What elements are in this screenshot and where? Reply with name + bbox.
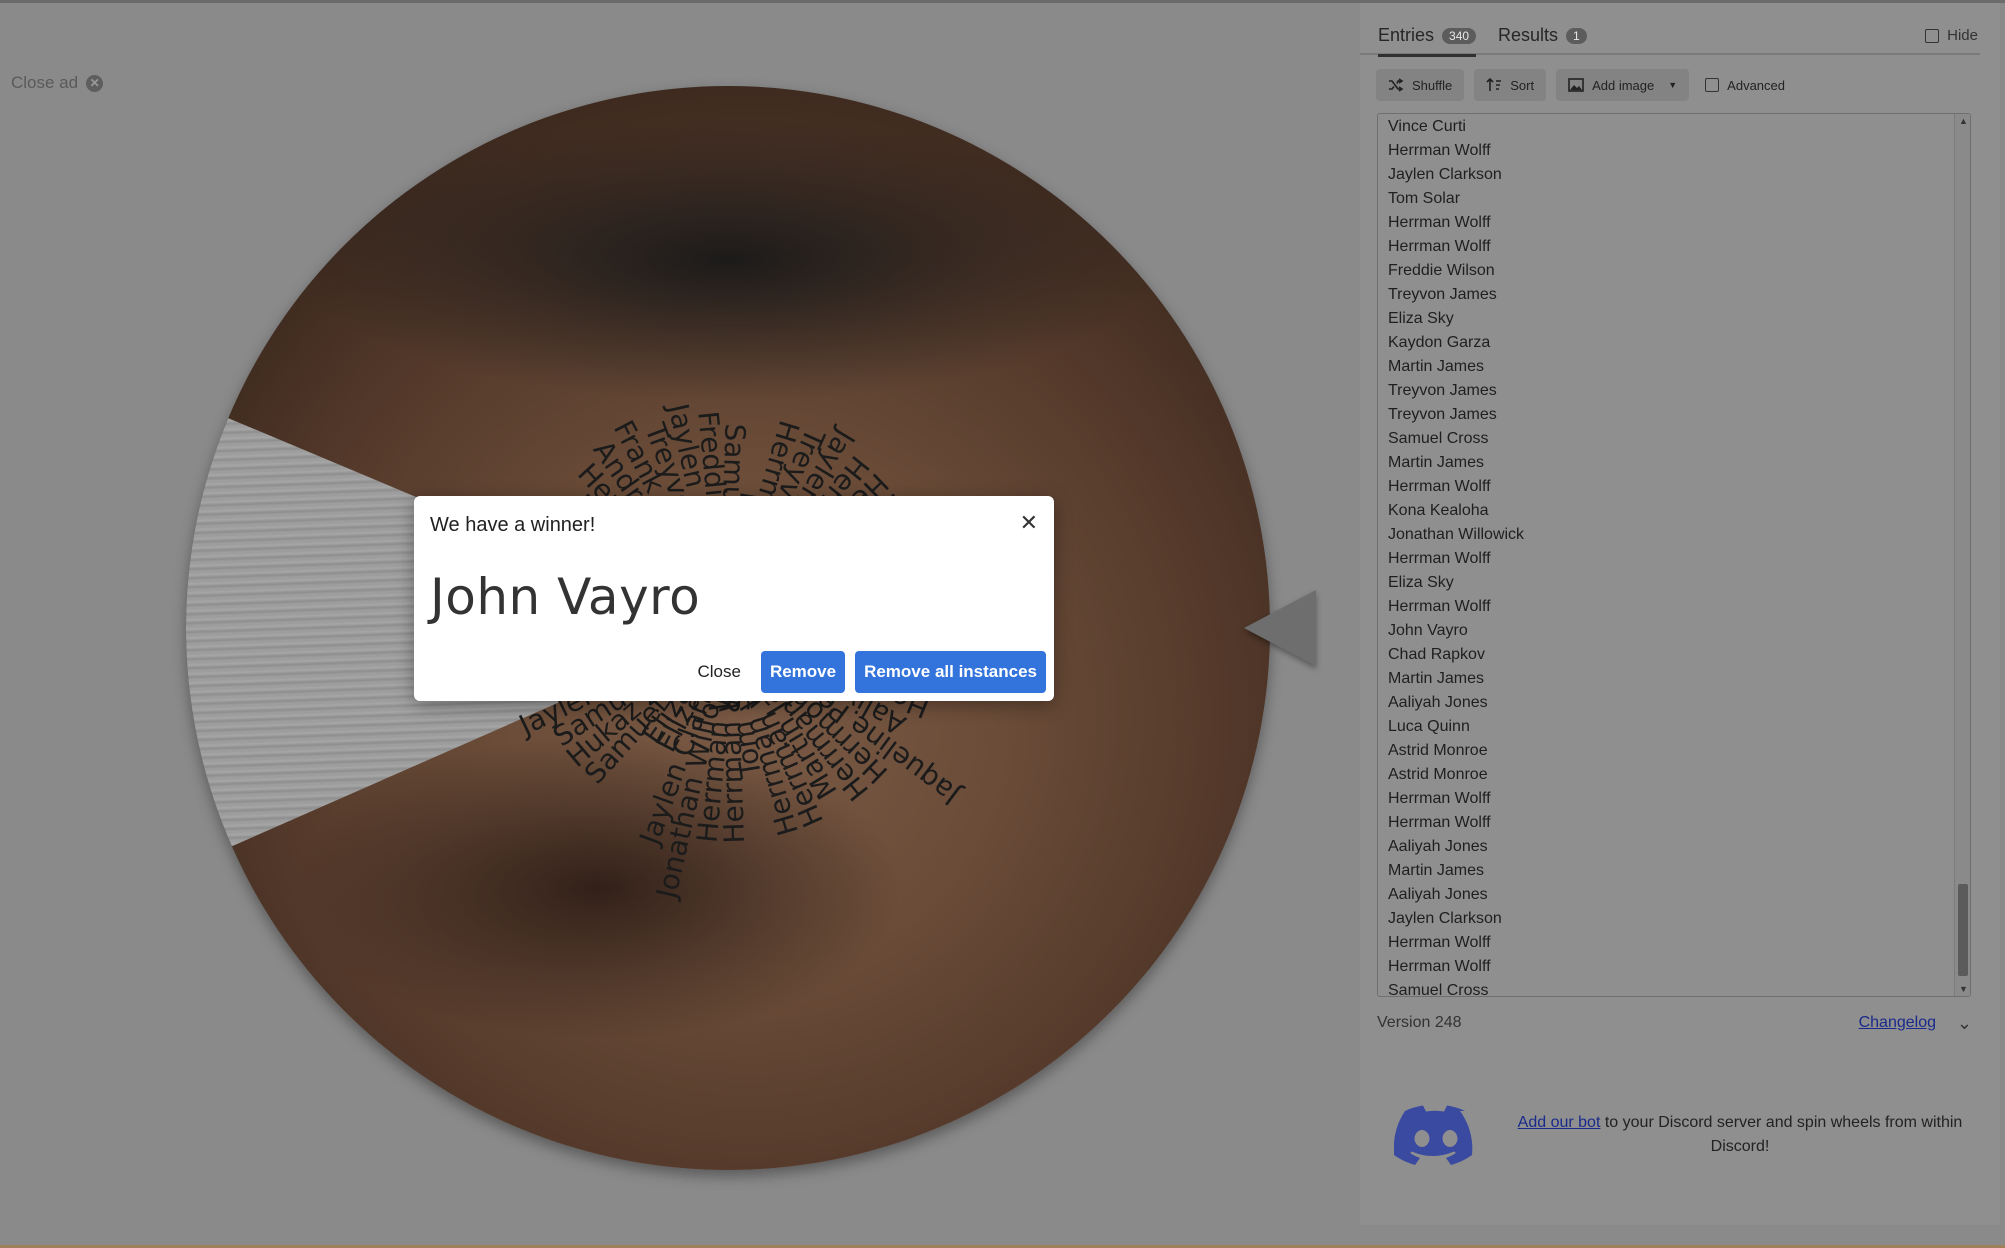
close-button[interactable]: Close bbox=[687, 652, 750, 692]
close-ad-label: Close ad bbox=[11, 73, 79, 92]
dialog-actions: Close Remove Remove all instances bbox=[687, 651, 1046, 693]
tab-results-label: Results bbox=[1498, 25, 1559, 45]
discord-logo-icon bbox=[1394, 1105, 1473, 1165]
hide-toggle[interactable]: Hide bbox=[1925, 27, 1978, 44]
changelog-link[interactable]: Changelog bbox=[1859, 1014, 1936, 1032]
shuffle-label: Shuffle bbox=[1412, 77, 1453, 93]
close-circle-icon: ✕ bbox=[86, 74, 104, 92]
discord-promo-text: to your Discord server and spin wheels f… bbox=[1600, 1114, 1963, 1155]
list-item: Martin James bbox=[1388, 358, 1485, 375]
chevron-down-icon[interactable]: ⌄ bbox=[1957, 1013, 1972, 1034]
list-item: Samuel Cross bbox=[1388, 430, 1489, 447]
scroll-down-icon[interactable]: ▼ bbox=[1959, 984, 1968, 994]
hide-label: Hide bbox=[1947, 27, 1978, 44]
list-item: Aaliyah Jones bbox=[1388, 694, 1488, 711]
list-item: Martin James bbox=[1388, 670, 1485, 687]
list-item: Astrid Monroe bbox=[1388, 766, 1488, 783]
list-item: Treyvon James bbox=[1388, 382, 1497, 399]
sort-label: Sort bbox=[1510, 77, 1535, 93]
list-item: Aaliyah Jones bbox=[1388, 886, 1488, 903]
list-item: Herrman Wolff bbox=[1388, 214, 1491, 231]
add-image-button[interactable]: Add image ▼ bbox=[1556, 69, 1690, 101]
list-item: Freddie Wilson bbox=[1388, 262, 1495, 279]
list-item: Vince Curti bbox=[1388, 118, 1466, 135]
list-item: Martin James bbox=[1388, 862, 1485, 879]
close-ad-button[interactable]: Close ad ✕ bbox=[11, 73, 104, 93]
advanced-checkbox[interactable] bbox=[1705, 78, 1720, 92]
list-item: Aaliyah Jones bbox=[1388, 838, 1488, 855]
list-item: Herrman Wolff bbox=[1388, 550, 1491, 567]
entries-count-badge: 340 bbox=[1442, 27, 1477, 44]
list-item: Jaylen Clarkson bbox=[1388, 910, 1502, 927]
advanced-toggle[interactable]: Advanced bbox=[1705, 78, 1785, 93]
list-item: Kaydon Garza bbox=[1388, 334, 1491, 351]
version-label: Version 248 bbox=[1377, 1014, 1462, 1031]
add-our-bot-link[interactable]: Add our bot bbox=[1518, 1114, 1601, 1131]
chevron-down-icon: ▼ bbox=[1668, 80, 1678, 90]
list-item: Herrman Wolff bbox=[1388, 142, 1491, 159]
list-item: John Vayro bbox=[1388, 622, 1468, 639]
image-icon bbox=[1568, 78, 1584, 92]
panel-tabs: Entries 340 Results 1 bbox=[1360, 21, 1980, 57]
list-item: Herrman Wolff bbox=[1388, 958, 1491, 975]
entries-panel: Entries 340 Results 1 Hide Shuffle Sort … bbox=[1360, 3, 2000, 1225]
tab-results[interactable]: Results 1 bbox=[1498, 25, 1587, 46]
sort-button[interactable]: Sort bbox=[1474, 69, 1547, 101]
list-item: Herrman Wolff bbox=[1388, 790, 1491, 807]
scrollbar-thumb[interactable] bbox=[1958, 884, 1968, 976]
list-item: Treyvon James bbox=[1388, 286, 1497, 303]
list-item: Chad Rapkov bbox=[1388, 646, 1485, 663]
tab-entries[interactable]: Entries 340 bbox=[1378, 25, 1477, 57]
list-item: Luca Quinn bbox=[1388, 718, 1470, 735]
list-item: Herrman Wolff bbox=[1388, 238, 1491, 255]
list-item: Treyvon James bbox=[1388, 406, 1497, 423]
list-item: Astrid Monroe bbox=[1388, 742, 1488, 759]
hide-checkbox[interactable] bbox=[1925, 28, 1940, 43]
remove-button[interactable]: Remove bbox=[760, 651, 846, 693]
close-icon[interactable]: ✕ bbox=[1020, 510, 1038, 536]
list-item: Jonathan Willowick bbox=[1388, 526, 1525, 543]
list-item: Herrman Wolff bbox=[1388, 598, 1491, 615]
list-item: Jaylen Clarkson bbox=[1388, 166, 1502, 183]
entries-scrollbar[interactable]: ▲ ▼ bbox=[1954, 114, 1970, 996]
wheel-pointer-icon bbox=[1244, 590, 1316, 666]
list-item: Martin James bbox=[1388, 454, 1485, 471]
entries-toolbar: Shuffle Sort Add image ▼ Advanced bbox=[1376, 69, 1785, 101]
add-image-label: Add image bbox=[1592, 77, 1655, 93]
sort-icon bbox=[1486, 78, 1502, 91]
shuffle-icon bbox=[1389, 78, 1404, 92]
winner-dialog: We have a winner! ✕ John Vayro Close Rem… bbox=[414, 496, 1054, 701]
winner-name: John Vayro bbox=[430, 568, 701, 626]
list-item: Herrman Wolff bbox=[1388, 478, 1491, 495]
list-item: Kona Kealoha bbox=[1388, 502, 1489, 519]
list-item: Eliza Sky bbox=[1388, 574, 1454, 591]
tab-entries-label: Entries bbox=[1378, 25, 1435, 45]
list-item: Herrman Wolff bbox=[1388, 934, 1491, 951]
dialog-title: We have a winner! bbox=[430, 514, 596, 536]
shuffle-button[interactable]: Shuffle bbox=[1376, 69, 1465, 101]
list-item: Samuel Cross bbox=[1388, 982, 1489, 997]
advanced-label: Advanced bbox=[1727, 77, 1785, 93]
list-item: Eliza Sky bbox=[1388, 310, 1454, 327]
entries-textarea[interactable]: Vince Curti Herrman Wolff Jaylen Clarkson T… bbox=[1377, 113, 1971, 997]
results-count-badge: 1 bbox=[1566, 27, 1587, 44]
entries-list: Vince Curti Herrman Wolff Jaylen Clarkson T… bbox=[1388, 115, 1525, 997]
remove-all-instances-button[interactable]: Remove all instances bbox=[855, 651, 1046, 693]
list-item: Tom Solar bbox=[1388, 190, 1461, 207]
list-item: Herrman Wolff bbox=[1388, 814, 1491, 831]
scroll-up-icon[interactable]: ▲ bbox=[1959, 116, 1968, 126]
discord-promo: Add our bot to your Discord server and s… bbox=[1512, 1111, 1968, 1159]
